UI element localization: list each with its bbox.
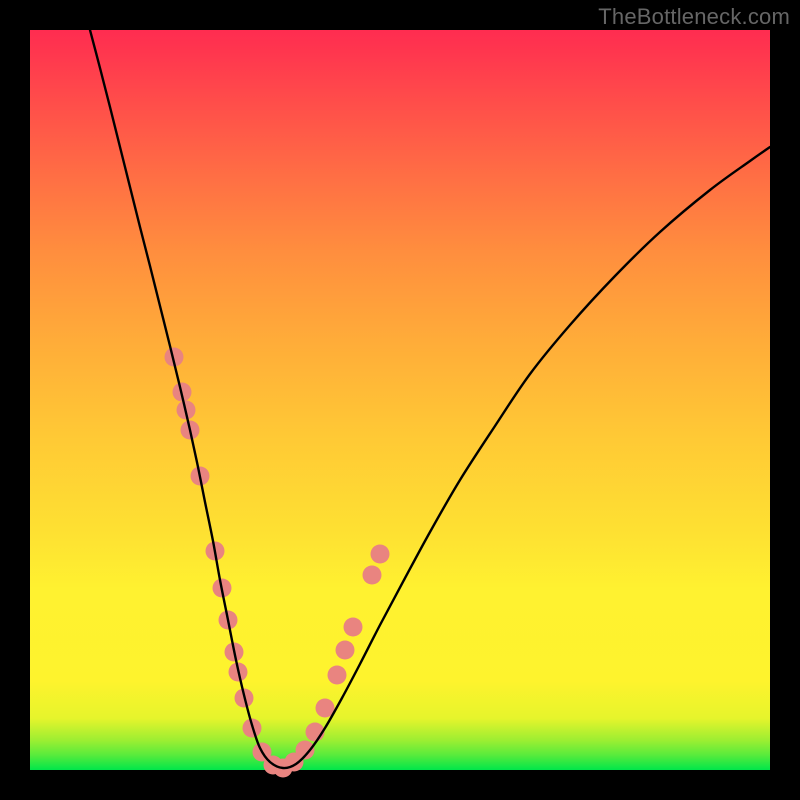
chart-svg [30,30,770,770]
chart-marker [328,666,347,685]
bottleneck-curve [90,30,770,768]
watermark-text: TheBottleneck.com [598,4,790,30]
chart-markers [165,348,390,778]
chart-frame: TheBottleneck.com [0,0,800,800]
chart-marker [363,566,382,585]
chart-marker [371,545,390,564]
chart-plot-area [30,30,770,770]
chart-marker [336,641,355,660]
chart-marker [344,618,363,637]
